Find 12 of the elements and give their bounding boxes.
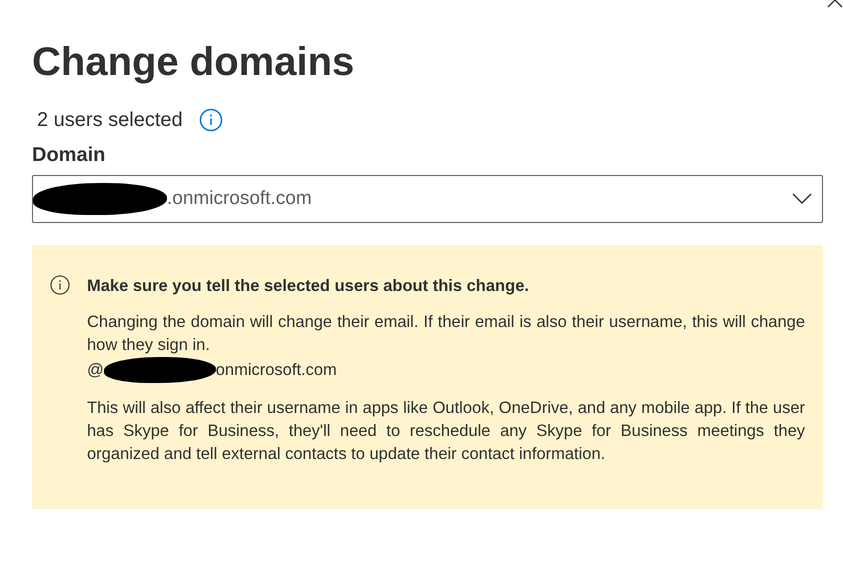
selection-count: 2 users selected (37, 108, 183, 132)
panel-title: Change domains (32, 39, 356, 86)
chevron-down-icon (792, 193, 812, 205)
warning-text: Changing the domain will change their email. If their email is also their username, this will change how they sign in. (87, 312, 805, 356)
address-prefix: @ (87, 360, 104, 380)
warning-text: This will also affect their username in apps like Outlook, OneDrive, and any mobile app. If the user has Skype for Business, they'll need to reschedule any Skype for Business meetings they organized and tell external contacts to update their contact information. (87, 398, 805, 465)
field-label: Domain (32, 144, 106, 167)
domain-dropdown[interactable]: .onmicrosoft.com (32, 175, 823, 223)
info-icon (50, 275, 70, 295)
address-suffix: onmicrosoft.com (216, 360, 337, 380)
info-icon[interactable] (198, 108, 223, 132)
warning-heading: Make sure you tell the selected users about this change. (87, 276, 530, 297)
